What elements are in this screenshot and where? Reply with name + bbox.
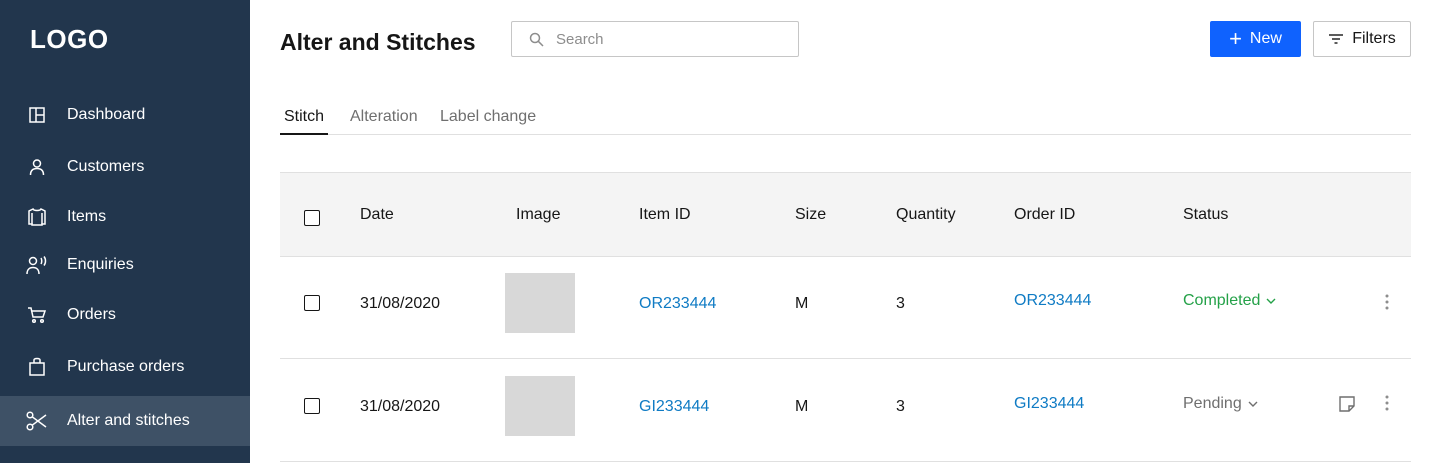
new-button-label: New [1249, 30, 1282, 47]
column-header-image: Image [516, 206, 561, 223]
sidebar-item-customers[interactable]: Customers [0, 142, 250, 192]
row-checkbox[interactable] [304, 295, 320, 311]
date-cell: 31/08/2020 [360, 398, 441, 415]
sidebar-item-label: Enquiries [67, 256, 134, 273]
quantity-cell: 3 [896, 398, 905, 415]
date-cell: 31/08/2020 [360, 295, 441, 312]
status-dropdown[interactable]: Pending [1183, 395, 1258, 413]
dashboard-icon [26, 104, 48, 126]
size-cell: M [795, 398, 809, 415]
bag-icon [26, 356, 48, 378]
overflow-menu-icon[interactable] [1379, 292, 1395, 312]
filters-button[interactable]: Filters [1313, 21, 1411, 57]
size-cell: M [795, 295, 809, 312]
tab-label-change[interactable]: Label change [440, 108, 536, 135]
status-label: Completed [1183, 292, 1261, 309]
sidebar-item-orders[interactable]: Orders [0, 290, 250, 340]
sidebar-item-label: Purchase orders [67, 358, 185, 375]
tab-alteration[interactable]: Alteration [350, 108, 418, 135]
quantity-cell: 3 [896, 295, 905, 312]
column-header-status: Status [1183, 206, 1229, 223]
order-id-link[interactable]: OR233444 [1014, 292, 1091, 310]
app: LOGO Dashboard Customers Items Enquiries [0, 0, 1442, 463]
status-dropdown[interactable]: Completed [1183, 292, 1276, 310]
table-row: 31/08/2020 GI233444 M 3 GI233444 Pending [280, 359, 1411, 462]
sidebar-item-items[interactable]: Items [0, 192, 250, 242]
item-id-link[interactable]: OR233444 [639, 295, 716, 313]
sidebar-item-label: Orders [67, 306, 116, 323]
column-header-quantity: Quantity [896, 206, 956, 223]
column-header-size: Size [795, 206, 827, 223]
column-header-item-id: Item ID [639, 206, 691, 223]
sidebar-item-dashboard[interactable]: Dashboard [0, 90, 250, 140]
plus-icon: + [1229, 26, 1242, 51]
search-box[interactable] [511, 21, 799, 57]
page-title: Alter and Stitches [280, 29, 476, 55]
sidebar: LOGO Dashboard Customers Items Enquiries [0, 0, 250, 463]
tab-stitch[interactable]: Stitch [280, 108, 329, 135]
status-label: Pending [1183, 395, 1242, 412]
select-all-checkbox[interactable] [304, 210, 320, 226]
table-header: Date Image Item ID Size Quantity Order I… [280, 172, 1411, 257]
logo: LOGO [30, 24, 109, 54]
sidebar-item-label: Items [67, 208, 107, 225]
row-checkbox[interactable] [304, 398, 320, 414]
scissors-icon [26, 410, 48, 432]
filter-icon [1328, 33, 1344, 45]
item-image [505, 273, 575, 333]
item-id-link[interactable]: GI233444 [639, 398, 709, 416]
chevron-down-icon [1266, 298, 1276, 304]
cart-icon [26, 304, 48, 326]
tab-bar: Stitch Alteration Label change [280, 102, 1411, 135]
order-id-link[interactable]: GI233444 [1014, 395, 1084, 413]
column-header-date: Date [360, 206, 394, 223]
sidebar-item-label: Dashboard [67, 106, 146, 123]
sidebar-item-label: Customers [67, 158, 145, 175]
new-button[interactable]: + New [1210, 21, 1301, 57]
sidebar-item-enquiries[interactable]: Enquiries [0, 240, 250, 290]
sidebar-item-purchase-orders[interactable]: Purchase orders [0, 342, 250, 392]
overflow-menu-icon[interactable] [1379, 393, 1395, 413]
enquiry-icon [26, 254, 48, 276]
table-row: 31/08/2020 OR233444 M 3 OR233444 Complet… [280, 256, 1411, 359]
item-image [505, 376, 575, 436]
filters-button-label: Filters [1352, 30, 1396, 47]
shirt-icon [26, 206, 48, 228]
note-icon[interactable] [1337, 394, 1357, 414]
search-input[interactable] [556, 30, 786, 48]
sidebar-item-alter-and-stitches[interactable]: Alter and stitches [0, 396, 250, 446]
search-icon [528, 31, 544, 47]
column-header-order-id: Order ID [1014, 206, 1076, 223]
user-icon [26, 156, 48, 178]
sidebar-item-label: Alter and stitches [67, 412, 190, 429]
chevron-down-icon [1248, 401, 1258, 407]
